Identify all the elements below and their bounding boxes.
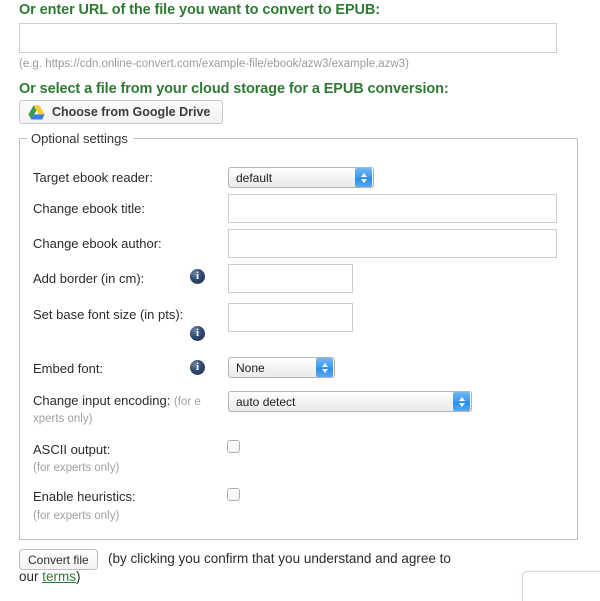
convert-file-button[interactable]: Convert file bbox=[19, 549, 98, 570]
set-base-font-size-info-icon[interactable]: i bbox=[190, 326, 205, 341]
embed-font-info-icon[interactable]: i bbox=[190, 360, 205, 375]
conversion-form-page: Or enter URL of the file you want to con… bbox=[0, 0, 600, 601]
bottom-partial-panel bbox=[522, 571, 600, 601]
cloud-section-heading: Or select a file from your cloud storage… bbox=[19, 81, 449, 97]
add-border-input[interactable] bbox=[228, 264, 353, 293]
select-stepper-icon[interactable] bbox=[355, 168, 372, 187]
url-input[interactable] bbox=[19, 23, 557, 53]
change-input-encoding-label: Change input encoding: bbox=[33, 393, 171, 408]
embed-font-label: Embed font: bbox=[33, 361, 104, 376]
convert-file-button-label: Convert file bbox=[28, 552, 89, 567]
ascii-output-checkbox[interactable] bbox=[227, 440, 240, 453]
enable-heuristics-note: (for experts only) bbox=[33, 510, 120, 522]
change-ebook-title-label: Change ebook title: bbox=[33, 201, 146, 216]
select-stepper-icon[interactable] bbox=[316, 358, 333, 377]
select-stepper-icon[interactable] bbox=[453, 392, 470, 411]
terms-prefix: our bbox=[19, 569, 43, 584]
change-ebook-author-input[interactable] bbox=[228, 229, 557, 258]
ascii-output-label: ASCII output: bbox=[33, 442, 111, 457]
url-section-heading: Or enter URL of the file you want to con… bbox=[19, 2, 380, 18]
google-drive-button-label: Choose from Google Drive bbox=[52, 105, 211, 119]
url-example-hint: (e.g. https://cdn.online-convert.com/exa… bbox=[19, 58, 409, 70]
google-drive-icon bbox=[28, 104, 45, 120]
terms-agreement-line1: (by clicking you confirm that you unders… bbox=[108, 551, 451, 566]
change-input-encoding-note-line1: (for e bbox=[173, 396, 201, 408]
choose-from-google-drive-button[interactable]: Choose from Google Drive bbox=[19, 100, 224, 124]
terms-suffix: ) bbox=[76, 569, 81, 584]
target-ebook-reader-select[interactable]: default bbox=[228, 167, 374, 188]
terms-agreement-line2: our terms) bbox=[19, 569, 81, 584]
change-input-encoding-label-group: Change input encoding: (for e bbox=[33, 393, 201, 408]
change-ebook-author-label: Change ebook author: bbox=[33, 236, 162, 251]
enable-heuristics-label: Enable heuristics: bbox=[33, 489, 136, 504]
change-input-encoding-value: auto detect bbox=[236, 394, 296, 409]
add-border-info-icon[interactable]: i bbox=[190, 269, 205, 284]
change-input-encoding-select[interactable]: auto detect bbox=[228, 391, 472, 412]
enable-heuristics-checkbox[interactable] bbox=[227, 488, 240, 501]
terms-link[interactable]: terms bbox=[42, 569, 76, 584]
add-border-label: Add border (in cm): bbox=[33, 271, 145, 286]
target-ebook-reader-value: default bbox=[236, 170, 273, 185]
change-ebook-title-input[interactable] bbox=[228, 194, 557, 223]
set-base-font-size-label: Set base font size (in pts): bbox=[33, 307, 184, 322]
target-ebook-reader-label: Target ebook reader: bbox=[33, 170, 153, 185]
optional-settings-legend: Optional settings bbox=[27, 131, 133, 146]
embed-font-value: None bbox=[236, 360, 265, 375]
ascii-output-note: (for experts only) bbox=[33, 462, 120, 474]
set-base-font-size-input[interactable] bbox=[228, 303, 353, 332]
embed-font-select[interactable]: None bbox=[228, 357, 335, 378]
change-input-encoding-note-line2: xperts only) bbox=[33, 413, 93, 425]
